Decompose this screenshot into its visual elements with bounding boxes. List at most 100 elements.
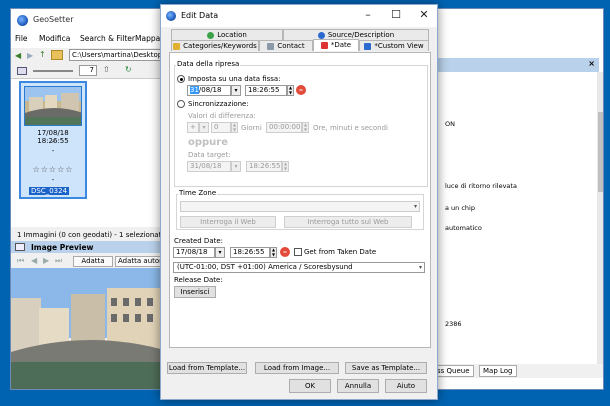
- adatta-button[interactable]: Adatta: [73, 256, 113, 267]
- tab-location-label: Location: [217, 31, 247, 39]
- fixed-date-rest: /08/18: [198, 86, 222, 94]
- tab-contact[interactable]: Contact: [259, 40, 313, 51]
- target-time-spinner[interactable]: ▲ ▼: [282, 161, 289, 172]
- created-timezone-select[interactable]: (UTC-01:00, DST +01:00) America / Scores…: [173, 262, 425, 273]
- menu-modifica[interactable]: Modifica: [39, 34, 70, 43]
- vertical-scrollbar[interactable]: [597, 72, 603, 372]
- created-time-field[interactable]: 18:26:55: [230, 247, 270, 258]
- sync-label: Sincronizzazione:: [188, 100, 249, 108]
- arrow-icon[interactable]: ⇧: [103, 65, 110, 74]
- image-preview-title: Image Preview: [31, 243, 94, 252]
- tab-categories-keywords[interactable]: Categories/Keywords: [171, 40, 259, 51]
- up-folder-icon[interactable]: ↑: [39, 50, 46, 59]
- preview-toolbar: ⏮ ◀ ▶ ⏭ Adatta Adatta automa: [11, 254, 171, 268]
- fixed-time-field[interactable]: 18:26:55: [245, 85, 287, 96]
- thumbnail-image[interactable]: [24, 86, 82, 126]
- diff-time-field[interactable]: 00:00:00: [266, 122, 302, 133]
- cancel-button[interactable]: Annulla: [337, 379, 379, 393]
- folder-icon[interactable]: [51, 50, 63, 60]
- diff-time-label: Ore, minuti e secondi: [313, 124, 388, 132]
- metadata-line: luce di ritorno rilevata: [445, 182, 517, 190]
- tab-date[interactable]: *Date: [313, 39, 359, 51]
- target-date-picker-icon[interactable]: ▾: [231, 161, 241, 172]
- grid-view-icon[interactable]: [17, 67, 27, 75]
- diff-sign-dropdown-icon[interactable]: ▾: [199, 122, 209, 133]
- tab-source-label: Source/Description: [327, 31, 395, 39]
- menu-file[interactable]: File: [15, 34, 28, 43]
- created-date-picker-icon[interactable]: ▾: [215, 247, 225, 258]
- target-time-field[interactable]: 18:26:55: [246, 161, 282, 172]
- get-from-taken-label: Get from Taken Date: [304, 248, 377, 256]
- back-arrow-icon[interactable]: ◀: [15, 51, 21, 60]
- thumbnail-card[interactable]: 17/08/18 18:26:55 - - ☆☆☆☆☆ -: [19, 81, 87, 199]
- diff-days-field[interactable]: 0: [211, 122, 231, 133]
- custom-view-icon: [364, 42, 372, 50]
- fixed-date-radio[interactable]: [177, 75, 185, 83]
- help-button[interactable]: Aiuto: [385, 379, 427, 393]
- query-all-web-button[interactable]: Interroga tutto sul Web: [284, 216, 412, 228]
- bottom-tabs: ss Queue Map Log: [431, 364, 603, 378]
- diff-sign-field[interactable]: +: [187, 122, 199, 133]
- preview-image: [11, 268, 171, 389]
- created-time-spinner[interactable]: ▲ ▼: [270, 247, 277, 258]
- last-icon[interactable]: ⏭: [55, 256, 62, 266]
- forward-arrow-icon[interactable]: ▶: [27, 51, 33, 60]
- ok-button[interactable]: OK: [289, 379, 331, 393]
- save-as-template-button[interactable]: Save as Template...: [345, 362, 427, 374]
- counter-field[interactable]: 7: [79, 65, 97, 76]
- first-icon[interactable]: ⏮: [17, 256, 24, 266]
- release-date-label: Release Date:: [174, 276, 223, 284]
- refresh-icon[interactable]: ↻: [125, 65, 132, 74]
- image-preview-header: Image Preview: [11, 241, 171, 253]
- close-icon[interactable]: ✕: [415, 8, 433, 22]
- clear-date-icon[interactable]: –: [296, 85, 306, 95]
- get-from-taken-checkbox[interactable]: [294, 248, 302, 256]
- menu-mappa[interactable]: Mappa: [135, 34, 160, 43]
- target-date-field[interactable]: 31/08/18: [187, 161, 231, 172]
- fixed-date-label: Imposta su una data fissa:: [188, 75, 281, 83]
- clear-created-date-icon[interactable]: –: [280, 247, 290, 257]
- folder-toolbar: ◀ ▶ ↑ C:\Users\martina\Desktop: [11, 48, 171, 63]
- maximize-icon[interactable]: ☐: [387, 8, 405, 22]
- folder-path-input[interactable]: C:\Users\martina\Desktop: [69, 49, 162, 61]
- tab-custom-view[interactable]: *Custom View: [359, 40, 429, 51]
- scrollbar-thumb[interactable]: [598, 112, 603, 192]
- next-icon[interactable]: ▶: [43, 256, 49, 265]
- load-from-image-button[interactable]: Load from Image...: [255, 362, 339, 374]
- chevron-down-icon: ▾: [418, 264, 422, 271]
- time-zone-select[interactable]: ▾: [180, 201, 420, 212]
- metadata-line: ON: [445, 120, 455, 128]
- tab-process-queue[interactable]: ss Queue: [433, 365, 474, 377]
- info-icon: [317, 31, 325, 39]
- created-date-field[interactable]: 17/08/18: [173, 247, 215, 258]
- time-spinner[interactable]: ▲ ▼: [287, 85, 294, 96]
- thumbnail-filename[interactable]: DSC_0324: [29, 187, 70, 195]
- fixed-date-field[interactable]: 31/08/18: [187, 85, 231, 96]
- prev-icon[interactable]: ◀: [31, 256, 37, 265]
- minimize-icon[interactable]: –: [359, 8, 377, 22]
- query-web-button[interactable]: Interroga il Web: [180, 216, 276, 228]
- sync-radio[interactable]: [177, 100, 185, 108]
- tab-custom-view-label: *Custom View: [374, 42, 424, 50]
- time-zone-label: Time Zone: [178, 189, 218, 197]
- tab-categories-label: Categories/Keywords: [183, 42, 257, 50]
- date-picker-icon[interactable]: ▾: [231, 85, 241, 96]
- time-diff-spinner[interactable]: ▲ ▼: [302, 122, 309, 133]
- shooting-date-group-label: Data della ripresa: [176, 60, 241, 68]
- calendar-icon: [320, 41, 328, 49]
- close-icon[interactable]: ×: [588, 59, 595, 68]
- load-from-template-button[interactable]: Load from Template...: [167, 362, 247, 374]
- metadata-panel: × ON luce di ritorno rilevata a un chip …: [431, 48, 603, 389]
- dialog-title: Edit Data: [181, 11, 219, 20]
- tab-location[interactable]: Location: [171, 29, 283, 40]
- rating-stars[interactable]: ☆☆☆☆☆: [21, 165, 85, 174]
- insert-button[interactable]: Inserisci: [174, 286, 216, 298]
- menu-search-filter[interactable]: Search & Filter: [80, 34, 135, 43]
- thumbnail-dash: -: [51, 176, 55, 184]
- thumbnail-dash: -: [51, 147, 55, 155]
- diff-values-label: Valori di differenza:: [188, 112, 256, 120]
- thumbnail-size-slider[interactable]: [33, 70, 73, 72]
- tab-map-log[interactable]: Map Log: [479, 365, 517, 377]
- tab-date-label: *Date: [330, 41, 352, 49]
- days-spinner[interactable]: ▲ ▼: [231, 122, 238, 133]
